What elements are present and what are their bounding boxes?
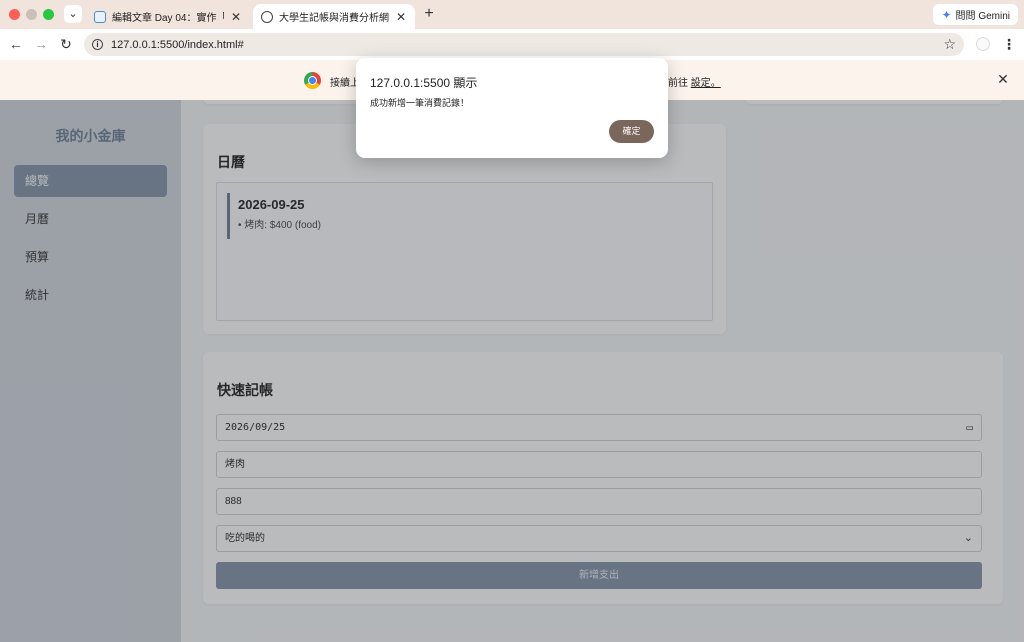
tab-title: 大學生記帳與消費分析網站	[279, 13, 389, 24]
gemini-label: 問問 Gemini	[955, 11, 1010, 22]
browser-tab-bar: ⌄ 編輯文章 Day 04：實作「新增 ✕ 大學生記帳與消費分析網站 ✕ + ✦…	[0, 0, 1024, 29]
window-maximize-button[interactable]	[43, 9, 54, 20]
chrome-logo-icon	[304, 72, 321, 89]
modal-overlay	[0, 100, 1024, 642]
infobar-close-icon[interactable]: ✕	[996, 70, 1010, 88]
url-text: 127.0.0.1:5500/index.html#	[111, 38, 244, 51]
sparkle-icon: ✦	[941, 7, 952, 22]
forward-arrow-icon[interactable]: →	[32, 35, 50, 53]
profile-avatar-icon[interactable]	[976, 37, 990, 51]
dialog-title: 127.0.0.1:5500 顯示	[370, 76, 478, 90]
tab-title: 編輯文章 Day 04：實作「新增	[112, 13, 224, 24]
new-tab-plus-icon[interactable]: +	[420, 5, 438, 23]
browser-toolbar: ← → ↻ i 127.0.0.1:5500/index.html# ☆	[0, 29, 1024, 60]
document-icon	[94, 10, 106, 23]
globe-icon	[261, 10, 273, 23]
address-bar[interactable]: i 127.0.0.1:5500/index.html# ☆	[84, 33, 964, 56]
tab-close-icon[interactable]: ✕	[395, 10, 407, 24]
dialog-ok-button[interactable]: 確定	[609, 120, 654, 143]
infobar-settings-link[interactable]: 設定。	[691, 78, 721, 89]
dialog-message: 成功新增一筆消費記錄！	[370, 98, 470, 108]
site-info-icon[interactable]: i	[92, 39, 103, 50]
alert-dialog: 127.0.0.1:5500 顯示 成功新增一筆消費記錄！ 確定	[356, 58, 668, 158]
tab-close-icon[interactable]: ✕	[230, 10, 242, 24]
gemini-button[interactable]: ✦ 問問 Gemini	[933, 4, 1018, 25]
browser-tab-editor[interactable]: 編輯文章 Day 04：實作「新增 ✕	[86, 4, 250, 29]
bookmark-star-icon[interactable]: ☆	[943, 36, 956, 53]
more-menu-icon[interactable]: ⋮	[1002, 35, 1016, 53]
reload-icon[interactable]: ↻	[57, 35, 75, 53]
window-close-button[interactable]	[9, 9, 20, 20]
back-arrow-icon[interactable]: ←	[7, 35, 25, 53]
window-minimize-button[interactable]	[26, 9, 37, 20]
browser-tab-active[interactable]: 大學生記帳與消費分析網站 ✕	[253, 4, 415, 29]
tab-search-chevron-icon[interactable]: ⌄	[64, 5, 82, 23]
